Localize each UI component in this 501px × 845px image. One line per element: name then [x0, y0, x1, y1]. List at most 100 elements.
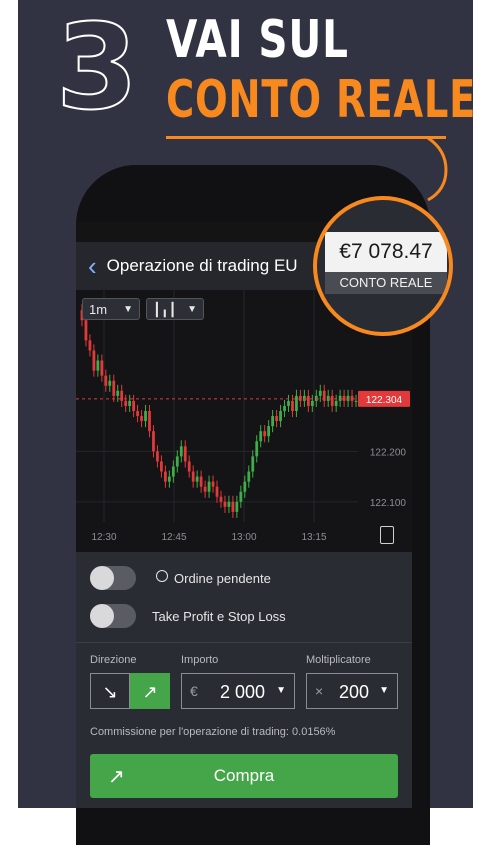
arrow-down-right-icon: ↘: [102, 682, 118, 702]
candle-body: [291, 400, 294, 411]
rotate-screen-icon[interactable]: [380, 526, 394, 544]
candlestick-icon: ┃╻┃: [153, 302, 177, 317]
candle-body: [211, 481, 215, 487]
candle-body: [287, 400, 290, 406]
candle-body: [100, 360, 104, 376]
x-tick-label: 12:30: [91, 532, 116, 543]
direction-down-button[interactable]: ↘: [90, 673, 130, 709]
amount-stepper[interactable]: € 2 000 ▼: [181, 673, 295, 709]
candle-body: [267, 426, 271, 437]
multiplier-label: Moltiplicatore: [306, 654, 371, 666]
candle-body: [247, 471, 251, 482]
page-title: Operazione di trading EU: [106, 256, 298, 275]
candle-body: [171, 466, 175, 477]
x-tick-label: 12:45: [161, 532, 186, 543]
timeframe-select[interactable]: 1m ▼: [82, 298, 140, 320]
current-price-label: 122.304: [366, 395, 403, 406]
candle-body: [350, 395, 354, 401]
candle-body: [195, 476, 199, 482]
candle-body: [263, 431, 267, 437]
candle-body: [299, 395, 302, 401]
amount-value: 2 000: [220, 682, 266, 702]
candle-body: [160, 461, 163, 472]
candle-body: [120, 390, 124, 401]
chevron-down-icon: ▼: [123, 304, 133, 315]
candle-body: [219, 496, 223, 502]
candle-body: [203, 486, 207, 492]
candle-body: [175, 456, 179, 467]
commission-text: Commissione per l'operazione di trading:…: [90, 726, 336, 738]
candle-body: [116, 390, 120, 396]
chevron-down-icon: ▼: [276, 685, 286, 696]
amount-label: Importo: [181, 654, 219, 666]
candle-body: [199, 476, 203, 487]
balance-callout: €7 078.47 CONTO REALE: [313, 196, 453, 336]
candle-body: [326, 395, 330, 401]
toggle-knob: [90, 604, 114, 628]
buy-button[interactable]: ↗ Compra: [90, 754, 398, 798]
candle-body: [231, 501, 235, 512]
candle-body: [251, 456, 255, 472]
candle-body: [144, 411, 147, 422]
chevron-down-icon: ▼: [187, 304, 197, 315]
timeframe-value: 1m: [89, 302, 108, 317]
balance-amount: €7 078.47: [325, 232, 447, 272]
toggle-knob: [90, 566, 114, 590]
candle-body: [322, 390, 326, 401]
candle-body: [140, 416, 143, 422]
buy-label: Compra: [213, 766, 275, 785]
candle-body: [227, 501, 231, 507]
chart-type-select[interactable]: ┃╻┃ ▼: [146, 298, 204, 320]
candle-body: [215, 486, 219, 497]
y-tick-label: 122.200: [370, 447, 407, 458]
stopwatch-icon: [156, 570, 168, 582]
candle-body: [310, 400, 314, 406]
candle-body: [132, 400, 136, 411]
candle-body: [128, 400, 132, 406]
account-balance[interactable]: €7 078.47 CONTO REALE: [325, 232, 447, 298]
candle-body: [271, 416, 275, 427]
divider: [76, 642, 412, 643]
pending-order-label: Ordine pendente: [174, 571, 271, 586]
order-panel: Ordine pendente Take Profit e Stop Loss …: [76, 552, 412, 808]
y-tick-label: 122.100: [370, 498, 407, 509]
candle-body: [338, 395, 342, 401]
candle-body: [88, 340, 92, 351]
direction-label: Direzione: [90, 654, 137, 666]
candle-body: [112, 380, 116, 396]
candle-body: [96, 360, 100, 371]
candle-body: [183, 446, 187, 462]
candle-body: [243, 481, 247, 492]
multiplier-select[interactable]: × 200 ▼: [306, 673, 398, 709]
direction-up-button[interactable]: ↗: [130, 673, 170, 709]
candle-body: [239, 491, 243, 502]
currency-symbol: €: [190, 683, 198, 699]
candle-body: [255, 441, 259, 457]
multiplier-symbol: ×: [315, 683, 324, 699]
candle-body: [302, 395, 306, 401]
candle-body: [152, 431, 155, 452]
candle-body: [306, 395, 310, 406]
candle-body: [84, 320, 88, 341]
candle-body: [179, 446, 183, 457]
multiplier-value: 200: [339, 682, 370, 702]
candle-body: [318, 390, 322, 396]
candle-body: [295, 395, 298, 411]
candle-body: [108, 380, 112, 386]
x-tick-label: 13:15: [301, 532, 326, 543]
tp-sl-label: Take Profit e Stop Loss: [152, 609, 286, 624]
candle-body: [92, 350, 96, 371]
candle-body: [275, 416, 278, 422]
tp-sl-toggle[interactable]: [90, 604, 136, 628]
candle-body: [259, 431, 263, 442]
candle-body: [354, 400, 358, 402]
chevron-left-icon[interactable]: ‹: [88, 242, 97, 290]
candle-body: [191, 471, 195, 482]
candle-body: [148, 411, 151, 432]
pending-order-toggle[interactable]: [90, 566, 136, 590]
candle-body: [235, 501, 239, 512]
candle-body: [156, 451, 159, 462]
candle-body: [104, 375, 108, 386]
candle-body: [187, 461, 191, 472]
candle-body: [342, 395, 346, 401]
